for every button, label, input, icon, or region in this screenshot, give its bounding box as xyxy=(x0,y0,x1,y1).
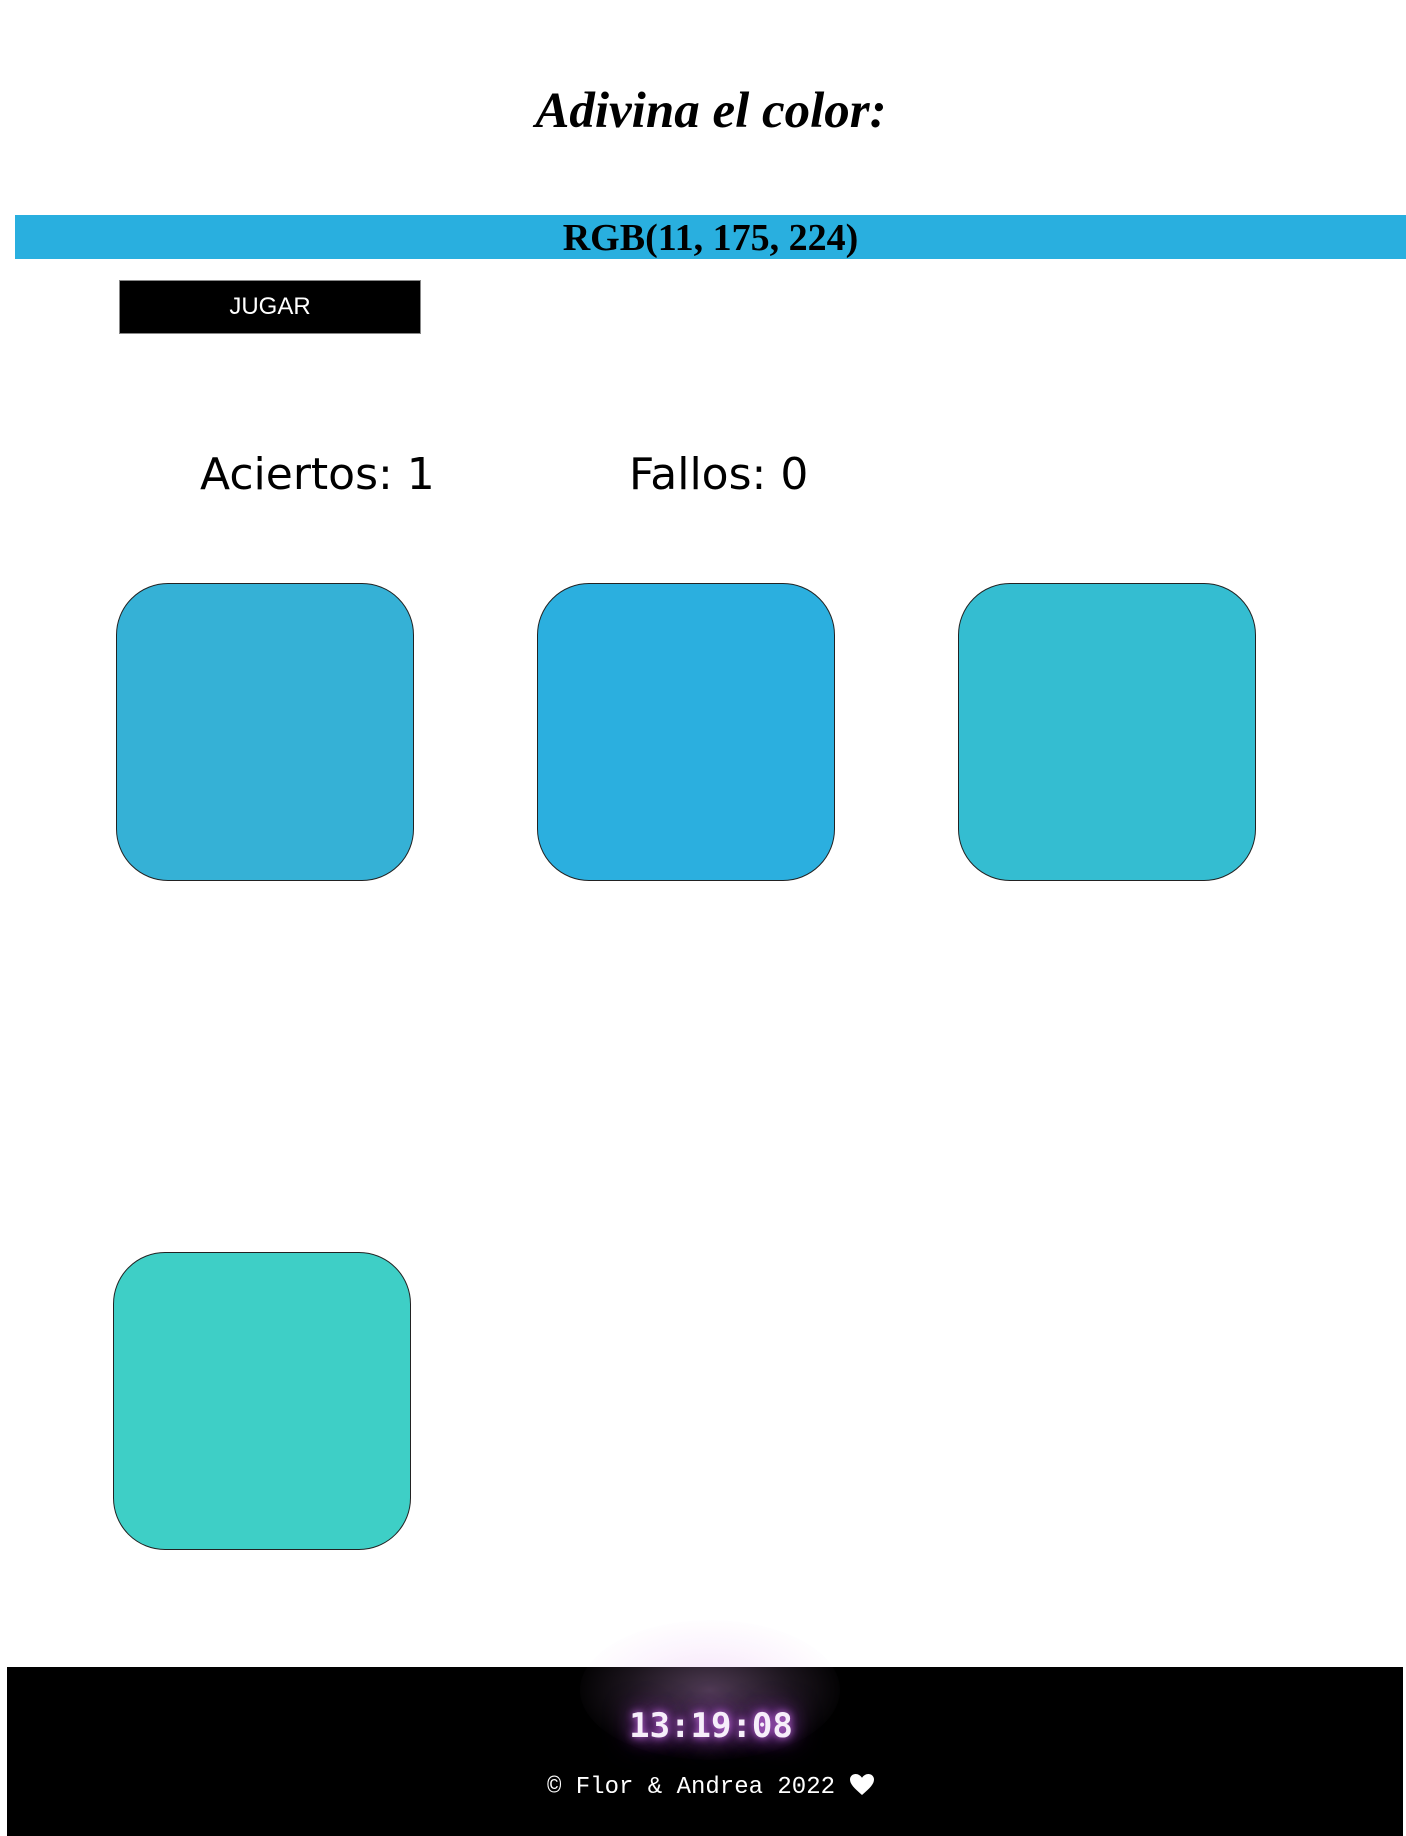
color-swatch-4[interactable] xyxy=(113,1252,411,1550)
heart-icon xyxy=(849,1773,875,1809)
target-color-label: RGB(11, 175, 224) xyxy=(15,215,1406,259)
footer xyxy=(7,1667,1403,1836)
color-swatch-1[interactable] xyxy=(116,583,414,881)
color-swatch-2[interactable] xyxy=(537,583,835,881)
clock: 13:19:08 xyxy=(629,1706,793,1746)
page-title: Adivina el color: xyxy=(535,83,887,139)
copyright-line: © Flor & Andrea 2022 xyxy=(0,1771,1406,1809)
play-button[interactable]: JUGAR xyxy=(119,280,421,334)
hits-counter: Aciertos: 1 xyxy=(200,449,435,500)
color-swatch-3[interactable] xyxy=(958,583,1256,881)
misses-counter: Fallos: 0 xyxy=(629,449,809,500)
copyright-text: © Flor & Andrea 2022 xyxy=(546,1774,836,1801)
